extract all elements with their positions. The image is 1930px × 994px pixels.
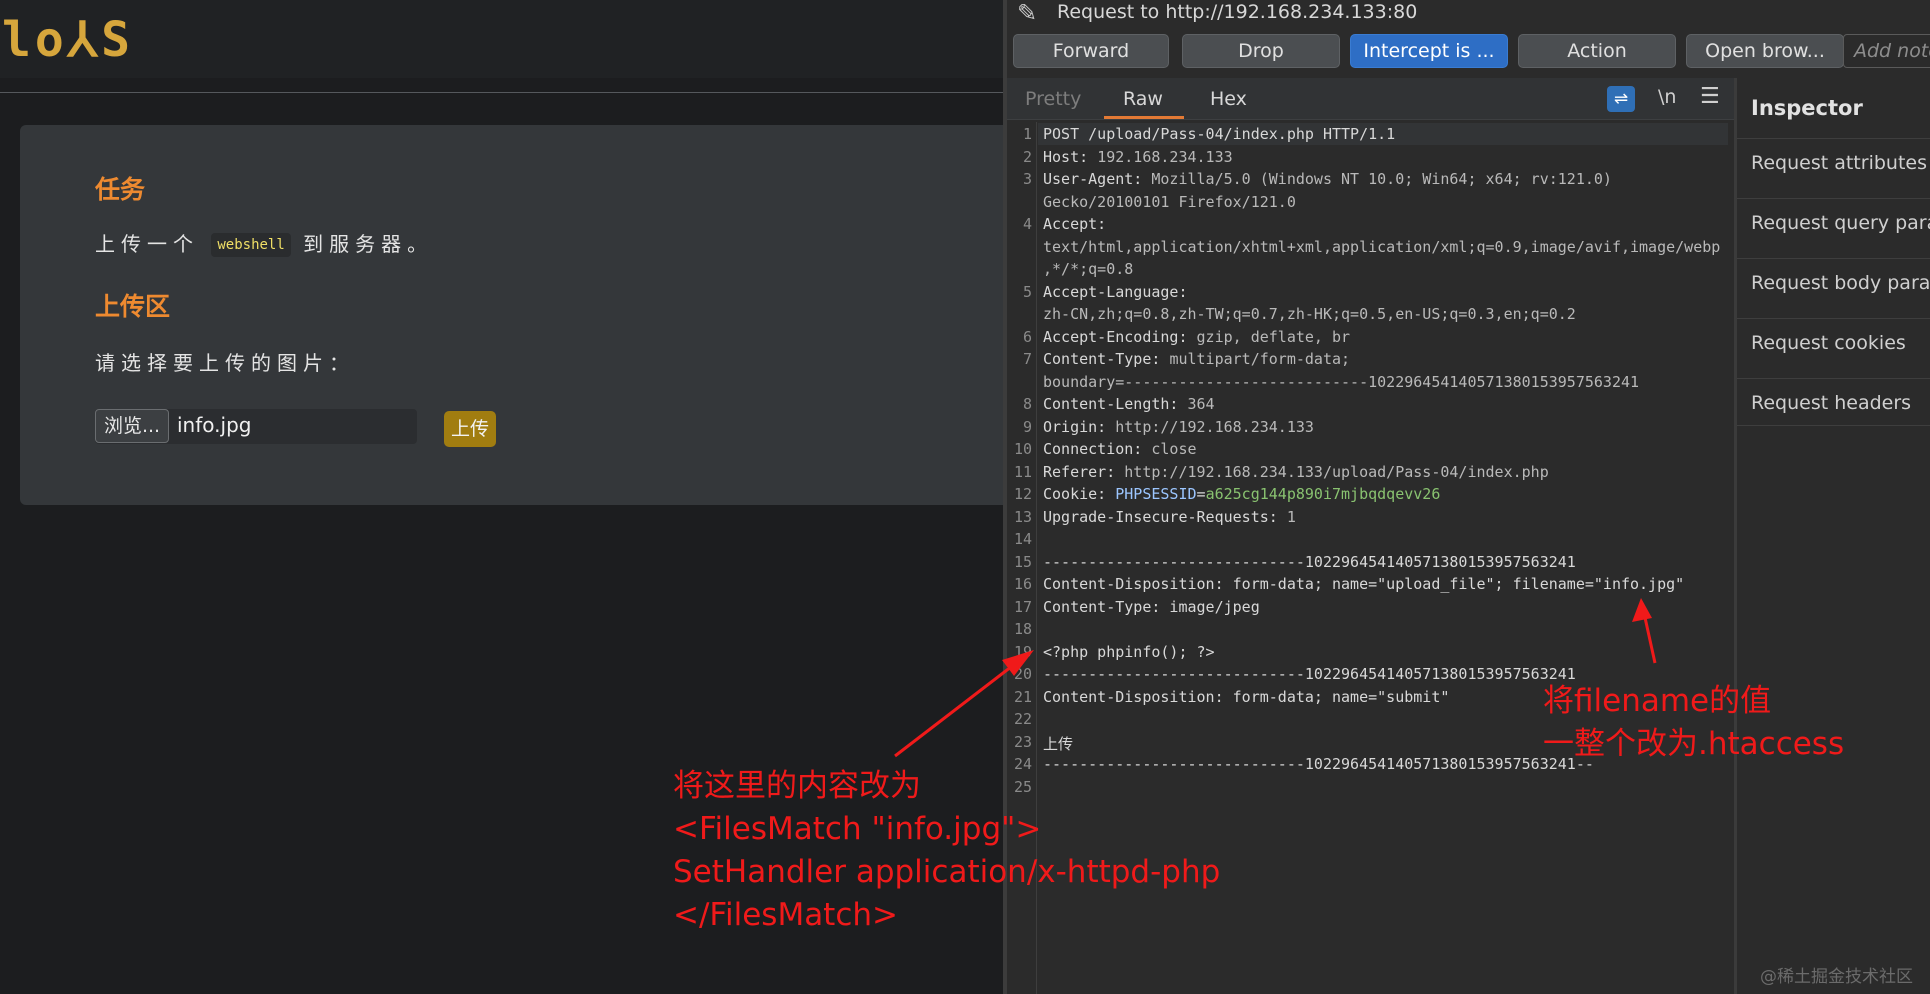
annotation-rename-filename: 将filename的值 一整个改为.htaccess <box>1543 683 1845 762</box>
arrow-to-payload-line <box>894 650 1034 758</box>
arrow-to-filename <box>1632 598 1657 664</box>
annotation-replace-content: 将这里的内容改为 <FilesMatch "info.jpg"> SetHand… <box>673 768 1221 933</box>
watermark: @稀土掘金技术社区 <box>1760 967 1913 987</box>
